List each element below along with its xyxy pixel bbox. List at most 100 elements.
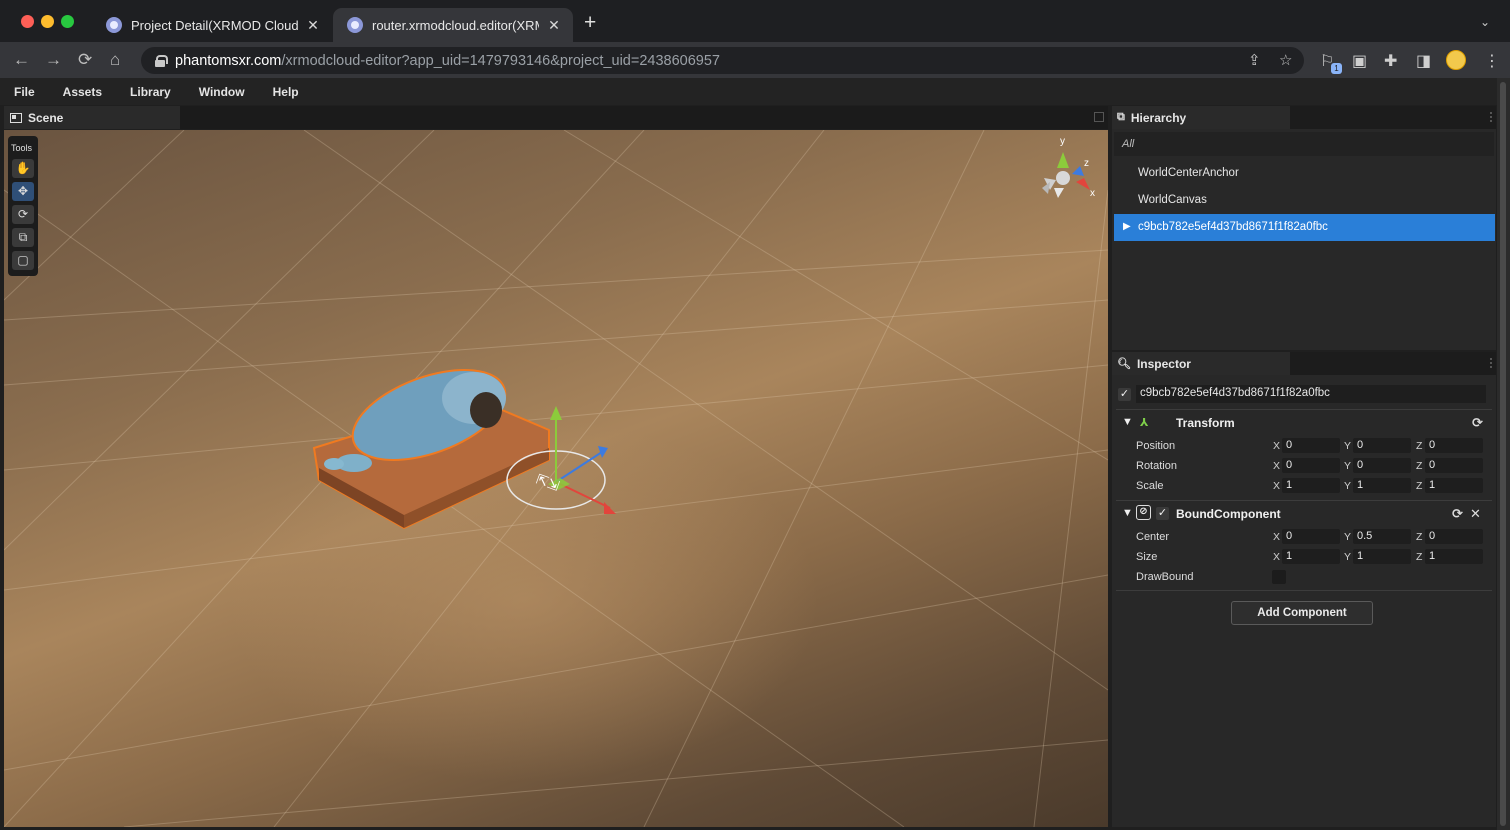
hierarchy-item-label: WorldCenterAnchor (1138, 167, 1239, 179)
tab-search-chevron-icon[interactable]: ⌄ (1480, 15, 1490, 29)
url-host: phantomsxr.com (175, 52, 282, 69)
axis-x-label: X (1273, 480, 1281, 492)
tab-hierarchy[interactable]: ⧉ Hierarchy (1112, 106, 1290, 129)
home-icon[interactable]: ⌂ (110, 50, 120, 70)
center-z-field[interactable]: 0 (1425, 529, 1483, 544)
panel-drag-handle[interactable] (1490, 358, 1494, 368)
scale-row: Scale X 1 Y 1 Z 1 (1136, 478, 1484, 494)
hierarchy-item[interactable]: WorldCanvas (1114, 187, 1495, 214)
svg-text:⇱⇲: ⇱⇲ (534, 471, 562, 494)
size-x-field[interactable]: 1 (1282, 549, 1340, 564)
scale-x-field[interactable]: 1 (1282, 478, 1340, 493)
center-x-field[interactable]: 0 (1282, 529, 1340, 544)
rotation-row: Rotation X 0 Y 0 Z 0 (1136, 458, 1484, 474)
gizmo-z-label: z (1084, 158, 1089, 169)
component-enabled-checkbox[interactable]: ✓ (1156, 507, 1169, 520)
reload-icon[interactable]: ⟳ (78, 50, 92, 70)
active-checkbox[interactable]: ✓ (1118, 388, 1131, 401)
size-z-field[interactable]: 1 (1425, 549, 1483, 564)
orientation-gizmo[interactable]: y z x (1042, 136, 1095, 199)
new-tab-button[interactable]: + (584, 12, 596, 33)
hierarchy-title: Hierarchy (1130, 110, 1187, 125)
share-icon[interactable]: ⇪ (1248, 51, 1261, 69)
inspector-header: 🔍︎ Inspector (1112, 352, 1496, 375)
reset-icon[interactable]: ⟳ (1452, 506, 1463, 522)
position-z-field[interactable]: 0 (1425, 438, 1483, 453)
center-y-field[interactable]: 0.5 (1353, 529, 1411, 544)
tab-inspector[interactable]: 🔍︎ Inspector (1112, 352, 1290, 375)
property-label: Center (1136, 531, 1170, 543)
axis-z-label: Z (1416, 551, 1423, 563)
tab-scene[interactable]: Scene (4, 106, 180, 129)
forward-arrow-icon[interactable]: → (45, 50, 62, 70)
side-panel-icon[interactable]: ◨ (1416, 51, 1431, 71)
expand-arrow-icon[interactable]: ▶ (1123, 221, 1131, 232)
object-name-row: ✓ c9bcb782e5ef4d37bd8671f1f82a0fbc (1118, 385, 1490, 404)
browser-tab-editor[interactable]: router.xrmodcloud.editor(XRM ✕ (333, 8, 573, 42)
maximize-panel-icon[interactable] (1094, 112, 1104, 122)
browser-tab-project-detail[interactable]: Project Detail(XRMOD Cloud) - ✕ (92, 8, 332, 42)
scene-viewport[interactable]: ⇱⇲ y z x (4, 130, 1108, 827)
hierarchy-item-selected[interactable]: ▶ c9bcb782e5ef4d37bd8671f1f82a0fbc (1114, 214, 1495, 241)
add-component-button[interactable]: Add Component (1231, 601, 1373, 625)
scale-y-field[interactable]: 1 (1353, 478, 1411, 493)
collapse-arrow-icon[interactable]: ▼ (1122, 507, 1133, 519)
puzzle-extensions-icon[interactable]: ✚ (1384, 51, 1397, 71)
rotation-y-field[interactable]: 0 (1353, 458, 1411, 473)
hierarchy-item-label: WorldCanvas (1138, 194, 1207, 206)
bookmark-star-icon[interactable]: ☆ (1279, 51, 1292, 69)
more-menu-icon[interactable]: ⋮ (1484, 51, 1500, 71)
close-tab-icon[interactable]: ✕ (545, 17, 563, 34)
maximize-window-button[interactable] (61, 15, 74, 28)
close-tab-icon[interactable]: ✕ (304, 17, 322, 34)
axis-z-label: Z (1416, 531, 1423, 543)
selected-model[interactable] (312, 352, 550, 530)
minimize-window-button[interactable] (41, 15, 54, 28)
hierarchy-icon: ⧉ (1117, 111, 1125, 123)
inspector-panel: 🔍︎ Inspector ✓ c9bcb782e5ef4d37bd8671f1f… (1112, 352, 1496, 827)
property-label: Position (1136, 440, 1176, 452)
menu-library[interactable]: Library (130, 85, 171, 99)
collapse-arrow-icon[interactable]: ▼ (1122, 416, 1133, 428)
rotate-tool-button[interactable]: ⟳ (12, 205, 34, 224)
panel-drag-handle[interactable] (1490, 112, 1494, 122)
size-y-field[interactable]: 1 (1353, 549, 1411, 564)
transform-header[interactable]: ▼ ⅄ Transform ⟳ (1118, 413, 1490, 433)
menu-file[interactable]: File (14, 85, 35, 99)
menu-window[interactable]: Window (199, 85, 245, 99)
position-y-field[interactable]: 0 (1353, 438, 1411, 453)
position-x-field[interactable]: 0 (1282, 438, 1340, 453)
axis-x-label: X (1273, 440, 1281, 452)
scale-tool-button[interactable]: ⧉ (12, 228, 34, 247)
axis-z-label: Z (1416, 480, 1423, 492)
divider (1116, 500, 1492, 501)
remove-component-icon[interactable]: ✕ (1470, 506, 1481, 522)
rotation-x-field[interactable]: 0 (1282, 458, 1340, 473)
menu-help[interactable]: Help (273, 85, 299, 99)
hand-tool-button[interactable]: ✋ (12, 159, 34, 178)
tab-title: router.xrmodcloud.editor(XRM (372, 17, 539, 33)
object-name-field[interactable]: c9bcb782e5ef4d37bd8671f1f82a0fbc (1136, 385, 1486, 403)
address-bar[interactable]: phantomsxr.com /xrmodcloud-editor?app_ui… (141, 47, 1304, 74)
hierarchy-filter[interactable]: All (1114, 132, 1494, 156)
tools-label: Tools (11, 143, 33, 153)
move-tool-button[interactable]: ✥ (12, 182, 34, 201)
scale-z-field[interactable]: 1 (1425, 478, 1483, 493)
drawbound-checkbox[interactable] (1272, 570, 1286, 584)
axis-x-label: X (1273, 531, 1281, 543)
page-scrollbar[interactable] (1497, 78, 1510, 830)
rotation-z-field[interactable]: 0 (1425, 458, 1483, 473)
hierarchy-item[interactable]: WorldCenterAnchor (1114, 160, 1495, 187)
profile-avatar[interactable] (1446, 50, 1466, 70)
close-window-button[interactable] (21, 15, 34, 28)
back-arrow-icon[interactable]: ← (13, 50, 30, 70)
bound-component-header[interactable]: ▼ ⊘ ✓ BoundComponent ⟳ ✕ (1118, 504, 1490, 524)
rotate-icon: ⟳ (17, 207, 29, 221)
axis-z-label: Z (1416, 460, 1423, 472)
rect-tool-button[interactable]: ▢ (12, 251, 34, 270)
axis-y-label: Y (1344, 460, 1352, 472)
menu-assets[interactable]: Assets (63, 85, 102, 99)
browser-toolbar: ← → ⟳ ⌂ phantomsxr.com /xrmodcloud-edito… (0, 42, 1510, 78)
reset-icon[interactable]: ⟳ (1472, 415, 1483, 431)
media-icon[interactable]: ▣ (1352, 51, 1367, 71)
